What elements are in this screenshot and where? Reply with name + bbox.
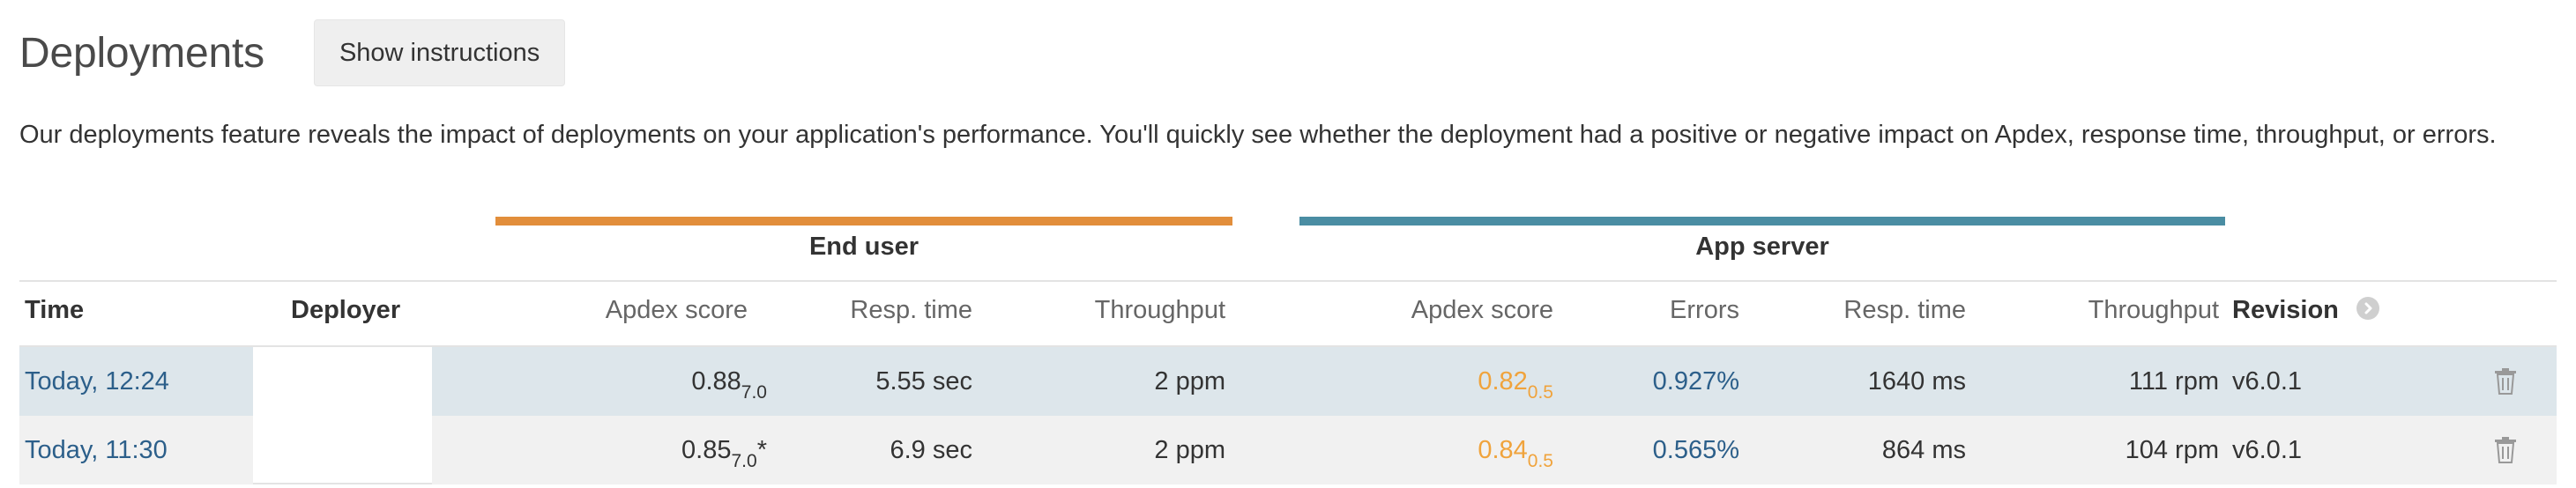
eu-apdex-threshold: 7.0 [731, 451, 757, 471]
as-apdex-threshold: 0.5 [1527, 451, 1553, 471]
table-row: Today, 12:24 0.887.0 5.55 sec 2 ppm 0.82… [19, 347, 2557, 416]
col-header-as-throughput[interactable]: Throughput [1992, 296, 2219, 325]
eu-throughput-cell: 2 ppm [1154, 436, 1225, 464]
col-header-eu-apdex[interactable]: Apdex score [494, 296, 748, 325]
app-server-group-bar [1299, 217, 2225, 226]
eu-throughput-cell: 2 ppm [1154, 367, 1225, 396]
as-apdex-threshold: 0.5 [1527, 382, 1553, 403]
as-throughput-cell: 111 rpm [2128, 367, 2219, 396]
show-instructions-button[interactable]: Show instructions [313, 19, 566, 86]
deployment-time-link[interactable]: Today, 11:30 [25, 416, 168, 484]
as-resp-time-cell: 1640 ms [1867, 367, 1966, 396]
end-user-group-title: End user [808, 233, 919, 261]
col-header-as-resp[interactable]: Resp. time [1772, 296, 1966, 325]
col-header-eu-throughput[interactable]: Throughput [1005, 296, 1225, 325]
as-throughput-cell: 104 rpm [2125, 436, 2219, 464]
as-errors-cell[interactable]: 0.565% [1587, 416, 1739, 484]
page-title: Deployments [19, 29, 264, 77]
eu-apdex-value: 0.88 [691, 367, 741, 396]
end-user-group-bar [495, 217, 1232, 226]
trash-icon[interactable] [2494, 436, 2517, 464]
eu-apdex-cell: 0.857.0* [494, 416, 767, 484]
as-errors-cell[interactable]: 0.927% [1587, 347, 1739, 416]
eu-apdex-cell: 0.887.0 [494, 347, 767, 416]
eu-apdex-threshold: 7.0 [741, 382, 767, 403]
deployment-time-link[interactable]: Today, 12:24 [25, 347, 169, 416]
trash-icon[interactable] [2494, 367, 2517, 396]
eu-resp-time-cell: 5.55 sec [875, 367, 972, 396]
col-header-as-errors[interactable]: Errors [1587, 296, 1739, 325]
as-apdex-cell: 0.820.5 [1296, 347, 1553, 416]
app-server-group-title: App server [1695, 233, 1829, 261]
as-apdex-value: 0.84 [1478, 436, 1528, 464]
eu-apdex-flag: * [756, 436, 767, 464]
revision-cell: v6.0.1 [2232, 367, 2302, 396]
group-header-divider [19, 280, 2557, 282]
col-header-revision-label: Revision [2232, 296, 2339, 324]
as-apdex-cell: 0.840.5 [1296, 416, 1553, 484]
eu-resp-time-cell: 6.9 sec [890, 436, 973, 464]
col-header-revision[interactable]: Revision [2232, 296, 2379, 325]
revision-cell: v6.0.1 [2232, 436, 2302, 464]
page-description: Our deployments feature reveals the impa… [19, 121, 2497, 149]
col-header-deployer[interactable]: Deployer [291, 296, 400, 325]
col-header-time[interactable]: Time [25, 296, 84, 325]
as-resp-time-cell: 864 ms [1881, 436, 1966, 464]
eu-apdex-value: 0.85 [681, 436, 732, 464]
chevron-right-icon[interactable] [2356, 297, 2379, 321]
page-header: Deployments Show instructions [19, 19, 566, 86]
table-row: Today, 11:30 0.857.0* 6.9 sec 2 ppm 0.84… [19, 416, 2557, 484]
col-header-as-apdex[interactable]: Apdex score [1296, 296, 1553, 325]
as-apdex-value: 0.82 [1478, 367, 1528, 396]
col-header-eu-resp[interactable]: Resp. time [776, 296, 972, 325]
